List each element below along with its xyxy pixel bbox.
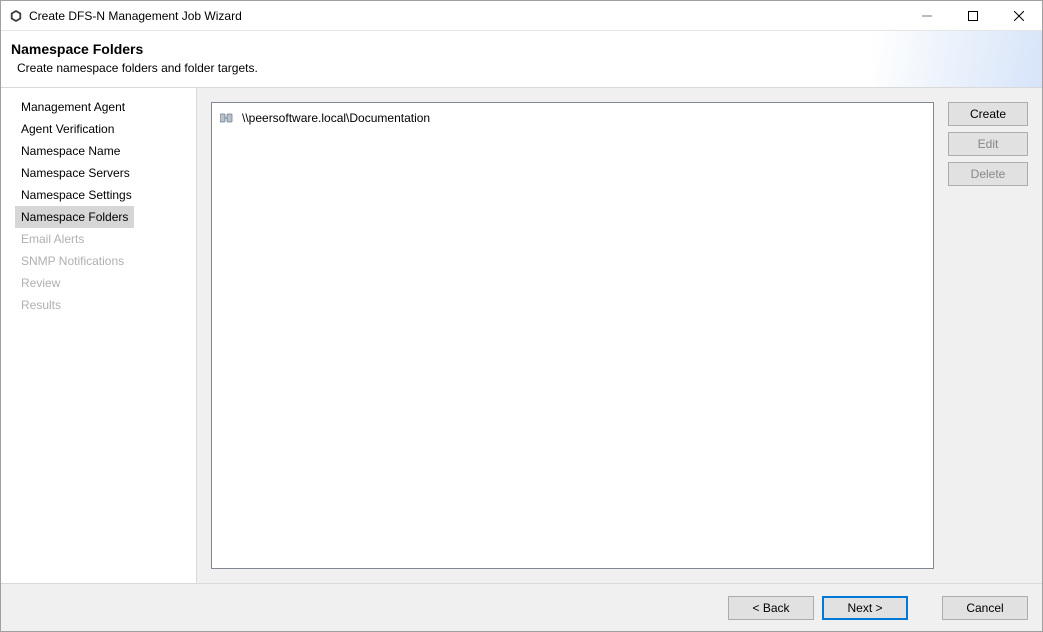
- wizard-window: Create DFS-N Management Job Wizard Names…: [0, 0, 1043, 632]
- namespace-tree-item-label: \\peersoftware.local\Documentation: [242, 111, 430, 125]
- header-region: Namespace Folders Create namespace folde…: [1, 31, 1042, 88]
- namespace-tree-item[interactable]: \\peersoftware.local\Documentation: [220, 109, 925, 127]
- step-namespace-folders[interactable]: Namespace Folders: [15, 206, 134, 228]
- step-results: Results: [1, 294, 196, 316]
- step-management-agent[interactable]: Management Agent: [1, 96, 196, 118]
- app-icon: [9, 9, 23, 23]
- step-agent-verification[interactable]: Agent Verification: [1, 118, 196, 140]
- wizard-steps-sidebar: Management Agent Agent Verification Name…: [1, 88, 197, 583]
- maximize-button[interactable]: [950, 1, 996, 30]
- body-region: Management Agent Agent Verification Name…: [1, 88, 1042, 583]
- window-title: Create DFS-N Management Job Wizard: [29, 9, 242, 23]
- page-subheading: Create namespace folders and folder targ…: [11, 61, 1026, 75]
- page-heading: Namespace Folders: [11, 41, 1026, 57]
- window-controls: [904, 1, 1042, 30]
- minimize-button[interactable]: [904, 1, 950, 30]
- header-gradient: [872, 31, 1042, 87]
- step-namespace-settings[interactable]: Namespace Settings: [1, 184, 196, 206]
- step-email-alerts: Email Alerts: [1, 228, 196, 250]
- titlebar: Create DFS-N Management Job Wizard: [1, 1, 1042, 31]
- create-button[interactable]: Create: [948, 102, 1028, 126]
- step-review: Review: [1, 272, 196, 294]
- step-namespace-servers[interactable]: Namespace Servers: [1, 162, 196, 184]
- step-namespace-name[interactable]: Namespace Name: [1, 140, 196, 162]
- action-buttons-column: Create Edit Delete: [948, 102, 1028, 569]
- cancel-button[interactable]: Cancel: [942, 596, 1028, 620]
- back-button[interactable]: < Back: [728, 596, 814, 620]
- main-area: \\peersoftware.local\Documentation Creat…: [197, 88, 1042, 583]
- step-snmp-notifications: SNMP Notifications: [1, 250, 196, 272]
- delete-button: Delete: [948, 162, 1028, 186]
- wizard-footer: < Back Next > Cancel: [1, 583, 1042, 631]
- step-namespace-folders-wrap: Namespace Folders: [1, 206, 196, 228]
- edit-button: Edit: [948, 132, 1028, 156]
- namespace-tree-panel[interactable]: \\peersoftware.local\Documentation: [211, 102, 934, 569]
- next-button[interactable]: Next >: [822, 596, 908, 620]
- namespace-root-icon: [220, 112, 236, 124]
- close-button[interactable]: [996, 1, 1042, 30]
